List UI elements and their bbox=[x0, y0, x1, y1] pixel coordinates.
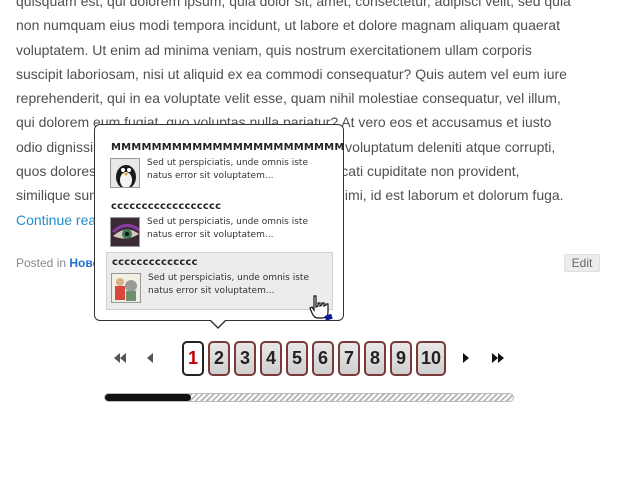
page-button[interactable]: 2 bbox=[208, 341, 230, 376]
pagination: 1 2 3 4 5 6 7 8 9 10 bbox=[108, 340, 518, 378]
penguin-thumbnail bbox=[110, 158, 140, 188]
page-button[interactable]: 10 bbox=[416, 341, 446, 376]
page-button[interactable]: 3 bbox=[234, 341, 256, 376]
preview-entry-desc: Sed ut perspiciatis, unde omnis iste nat… bbox=[148, 273, 309, 296]
page-button-current[interactable]: 1 bbox=[182, 341, 204, 376]
preview-entry-desc: Sed ut perspiciatis, unde omnis iste nat… bbox=[147, 217, 308, 240]
posted-in-label: Posted in bbox=[16, 256, 67, 270]
page-button[interactable]: 7 bbox=[338, 341, 360, 376]
page-number: 4 bbox=[265, 348, 276, 368]
page-preview-popup: MMMMMMMMMMMMMMMMMMMMMMM Sed ut perspicia… bbox=[94, 124, 344, 329]
first-page-icon[interactable] bbox=[112, 350, 128, 366]
page-number: 6 bbox=[317, 348, 328, 368]
page-number: 1 bbox=[187, 348, 198, 368]
prev-page-icon[interactable] bbox=[142, 350, 158, 366]
preview-entry[interactable]: cccccccccccccccccc Sed ut perspiciatis, … bbox=[106, 197, 333, 255]
next-page-icon[interactable] bbox=[458, 350, 474, 366]
page-number: 10 bbox=[420, 348, 442, 368]
post-line: non numquam eius modi tempora incidunt, … bbox=[16, 17, 560, 34]
post-line: suscipit laboriosam, nisi ut aliquid ex … bbox=[16, 65, 567, 82]
page-number: 3 bbox=[239, 348, 250, 368]
page-number: 7 bbox=[343, 348, 354, 368]
page-button[interactable]: 4 bbox=[260, 341, 282, 376]
last-page-icon[interactable] bbox=[490, 350, 506, 366]
post-line: reprehenderit, qui in ea voluptate velit… bbox=[16, 90, 561, 107]
cartoon-thumbnail bbox=[111, 273, 141, 303]
page-button[interactable]: 5 bbox=[286, 341, 308, 376]
preview-entry-title: cccccccccccccccccc bbox=[111, 201, 222, 212]
preview-entry-highlighted[interactable]: cccccccccccccc Sed ut perspiciatis, unde… bbox=[106, 252, 333, 310]
page-button[interactable]: 8 bbox=[364, 341, 386, 376]
page-number: 2 bbox=[213, 348, 224, 368]
post-line: quisquam est, qui dolorem ipsum, quia do… bbox=[16, 0, 571, 9]
page-button[interactable]: 6 bbox=[312, 341, 334, 376]
preview-entry-desc: Sed ut perspiciatis, unde omnis iste nat… bbox=[147, 158, 308, 181]
preview-entry[interactable]: MMMMMMMMMMMMMMMMMMMMMMM Sed ut perspicia… bbox=[106, 138, 344, 196]
hand-cursor-icon bbox=[309, 295, 333, 321]
popup-pointer bbox=[209, 319, 227, 329]
page-button[interactable]: 9 bbox=[390, 341, 412, 376]
eye-thumbnail bbox=[110, 217, 140, 247]
post-line: voluptatem. Ut enim ad minima veniam, qu… bbox=[16, 41, 532, 58]
page-number: 5 bbox=[291, 348, 302, 368]
scrollbar-thumb[interactable] bbox=[105, 394, 191, 401]
edit-button[interactable]: Edit bbox=[564, 254, 600, 272]
preview-entry-title: MMMMMMMMMMMMMMMMMMMMMMM bbox=[111, 142, 345, 153]
preview-entry-title: cccccccccccccc bbox=[112, 257, 198, 268]
page-number: 8 bbox=[369, 348, 380, 368]
page-number: 9 bbox=[395, 348, 406, 368]
pagination-scrollbar[interactable] bbox=[104, 393, 514, 402]
